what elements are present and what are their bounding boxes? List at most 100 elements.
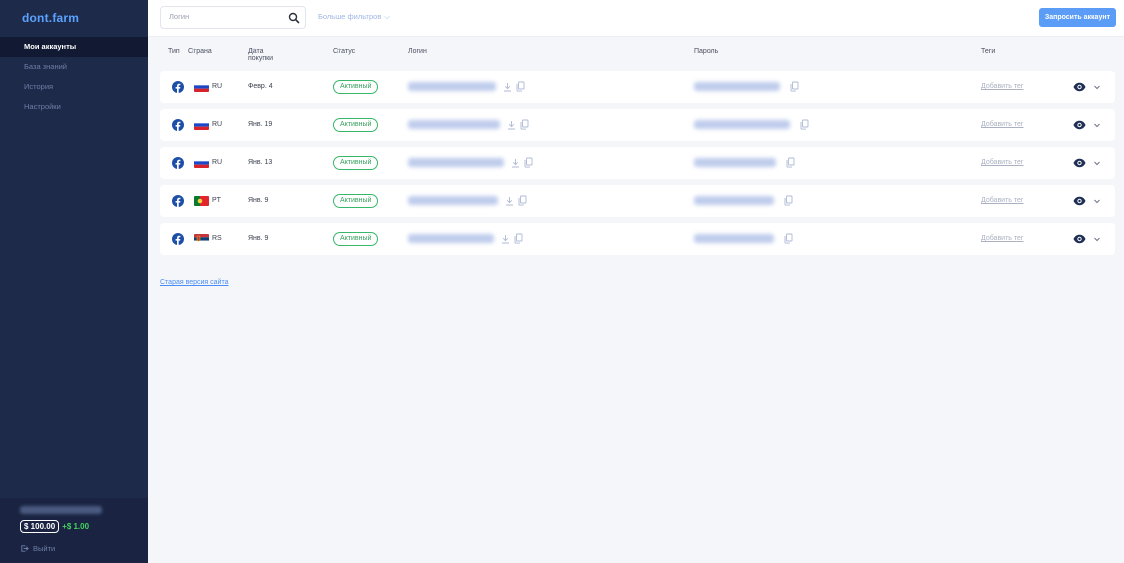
copy-icon[interactable] [786, 157, 795, 168]
status-badge: Активный [333, 156, 379, 170]
download-icon[interactable] [501, 234, 510, 244]
flag-ru-icon [194, 158, 209, 168]
user-panel: $ 100.00 +$ 1.00 Выйти [0, 498, 148, 563]
status-badge: Активный [333, 118, 379, 132]
flag-pt-icon [194, 196, 209, 206]
add-tag-link[interactable]: Добавить тег [981, 83, 1023, 90]
copy-icon[interactable] [784, 233, 793, 244]
copy-icon[interactable] [514, 233, 523, 244]
add-tag-link[interactable]: Добавить тег [981, 121, 1023, 128]
login-redacted [408, 196, 498, 205]
chevron-down-icon[interactable] [1093, 159, 1101, 167]
password-redacted [694, 82, 780, 91]
old-site-link[interactable]: Старая версия сайта [160, 279, 229, 286]
eye-icon[interactable] [1073, 120, 1086, 130]
request-account-button[interactable]: Запросить аккаунт [1038, 8, 1116, 27]
add-tag-link[interactable]: Добавить тег [981, 159, 1023, 166]
header-type: Тип [168, 48, 180, 55]
facebook-icon [172, 157, 184, 169]
logo[interactable]: dont.farm [22, 11, 79, 25]
table-row: RU Февр. 4 Активный Добавить тег [160, 71, 1115, 103]
password-redacted [694, 196, 774, 205]
eye-icon[interactable] [1073, 82, 1086, 92]
chevron-down-icon[interactable] [1093, 235, 1101, 243]
user-email-redacted [20, 506, 102, 514]
country-code: RU [212, 159, 223, 166]
logout-icon [21, 545, 29, 552]
sidebar-item-my-accounts[interactable]: Мои аккаунты [0, 37, 148, 57]
password-redacted [694, 120, 790, 129]
password-redacted [694, 234, 774, 243]
flag-ru-icon [194, 82, 209, 92]
sort-icon: ⇵ [336, 49, 342, 55]
facebook-icon [172, 119, 184, 131]
sort-icon: ⇵ [191, 49, 197, 55]
copy-icon[interactable] [520, 119, 529, 130]
country-code: PT [212, 197, 221, 204]
search-input[interactable] [169, 12, 279, 21]
balance-badge: $ 100.00 [20, 520, 60, 533]
eye-icon[interactable] [1073, 196, 1086, 206]
download-icon[interactable] [507, 120, 516, 130]
sidebar-item-settings[interactable]: Настройки [0, 97, 148, 117]
facebook-icon [172, 195, 184, 207]
country-code: RU [212, 121, 223, 128]
chevron-down-icon[interactable] [1093, 121, 1101, 129]
login-redacted [408, 234, 494, 243]
logout-button[interactable]: Выйти [20, 544, 55, 553]
purchase-date: Янв. 19 [248, 121, 273, 128]
purchase-date: Янв. 13 [248, 159, 273, 166]
facebook-icon [172, 81, 184, 93]
login-redacted [408, 82, 496, 91]
login-redacted [408, 120, 500, 129]
table-row: PT Янв. 9 Активный Добавить тег [160, 185, 1115, 217]
header-tags: Теги [981, 48, 996, 55]
eye-icon[interactable] [1073, 158, 1086, 168]
more-filters-label: Больше фильтров [318, 12, 382, 21]
copy-icon[interactable] [790, 81, 799, 92]
flag-rs-icon [194, 234, 209, 244]
copy-icon[interactable] [524, 157, 533, 168]
search-icon[interactable] [288, 12, 300, 24]
sidebar-item-history[interactable]: История [0, 77, 148, 97]
flag-ru-icon [194, 120, 209, 130]
table-row: RU Янв. 13 Активный Добавить тег [160, 147, 1115, 179]
chevron-down-icon: ⌵ [384, 12, 390, 21]
sort-icon: ⇵ [251, 49, 257, 55]
chevron-down-icon[interactable] [1093, 197, 1101, 205]
balance-row: $ 100.00 +$ 1.00 [20, 520, 89, 533]
download-icon[interactable] [503, 82, 512, 92]
header-password: Пароль [694, 48, 719, 55]
sidebar-item-knowledge-base[interactable]: База знаний [0, 57, 148, 77]
topbar: Больше фильтров⌵ Запросить аккаунт [148, 0, 1124, 37]
add-tag-link[interactable]: Добавить тег [981, 235, 1023, 242]
table-row: RS Янв. 9 Активный Добавить тег [160, 223, 1115, 255]
status-badge: Активный [333, 194, 379, 208]
eye-icon[interactable] [1073, 234, 1086, 244]
country-code: RU [212, 83, 223, 90]
copy-icon[interactable] [516, 81, 525, 92]
password-redacted [694, 158, 776, 167]
more-filters-button[interactable]: Больше фильтров ⌵ [318, 12, 390, 22]
header-login: Логин [408, 48, 427, 55]
chevron-down-icon[interactable] [1093, 83, 1101, 91]
bonus-amount: +$ 1.00 [62, 522, 90, 531]
logout-label: Выйти [33, 544, 56, 553]
sidebar-nav: Мои аккаунты База знаний История Настрой… [0, 37, 148, 117]
add-tag-link[interactable]: Добавить тег [981, 197, 1023, 204]
search-box [160, 6, 306, 29]
login-redacted [408, 158, 504, 167]
purchase-date: Февр. 4 [248, 83, 273, 90]
copy-icon[interactable] [800, 119, 809, 130]
table-header: Тип Страна ⇵ Дата покупки ⇵ Статус ⇵ Логин … [160, 48, 1115, 62]
purchase-date: Янв. 9 [248, 197, 269, 204]
download-icon[interactable] [505, 196, 514, 206]
status-badge: Активный [333, 232, 379, 246]
purchase-date: Янв. 9 [248, 235, 269, 242]
copy-icon[interactable] [784, 195, 793, 206]
sidebar: dont.farm Мои аккаунты База знаний Истор… [0, 0, 148, 563]
table-row: RU Янв. 19 Активный Добавить тег [160, 109, 1115, 141]
status-badge: Активный [333, 80, 379, 94]
copy-icon[interactable] [518, 195, 527, 206]
download-icon[interactable] [511, 158, 520, 168]
